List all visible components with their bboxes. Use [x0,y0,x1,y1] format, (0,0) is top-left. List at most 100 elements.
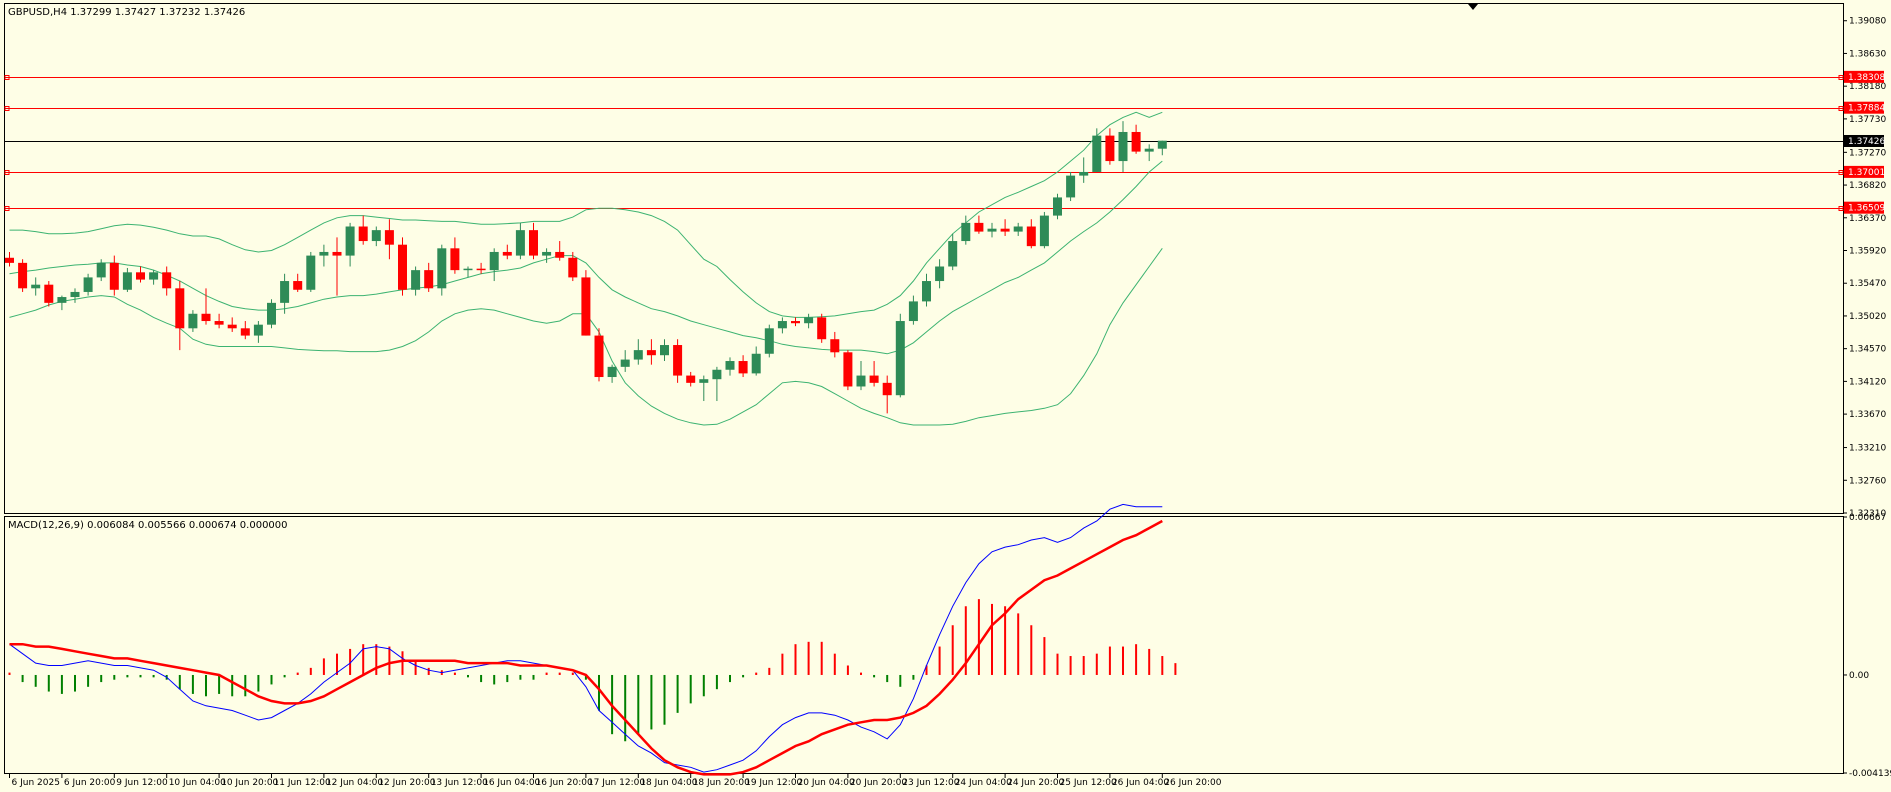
candle-body [136,272,145,280]
price-tick-label: 1.32760 [1849,476,1886,486]
time-tick-label: 10 Jun 20:00 [221,778,278,788]
candle-body [1118,131,1128,162]
macd-tick-label: 0.00 [1849,671,1869,681]
time-tick-label: 18 Jun 20:00 [693,778,750,788]
candle-body [1105,135,1115,162]
macd-tick-label: -0.004139 [1849,769,1891,779]
time-tick-label: 20 Jun 04:00 [798,778,855,788]
time-tick-label: 10 Jun 04:00 [169,778,226,788]
candle-body [188,313,198,329]
level-price-label-2: 1.37001 [1848,168,1885,178]
candle-body [476,268,486,271]
price-tick-label: 1.39080 [1849,17,1886,27]
time-tick-label: 26 Jun 04:00 [1112,778,1169,788]
time-tick-label: 25 Jun 12:00 [1060,778,1117,788]
candle-body [712,369,722,380]
time-tick-label: 6 Jun 2025 [12,778,60,788]
candle-body [1026,226,1036,247]
price-tick-label: 1.38180 [1849,82,1886,92]
candle-body [529,230,538,256]
candle-body [594,335,604,378]
candle-body [122,272,132,290]
time-tick-label: 20 Jun 20:00 [850,778,907,788]
time-tick-label: 9 Jun 12:00 [116,778,168,788]
time-tick-label: 26 Jun 20:00 [1164,778,1221,788]
candle-body [411,270,421,290]
candle-body [83,277,93,292]
candle-body [1066,175,1076,198]
candle-body [398,244,407,290]
candle-body [175,288,185,329]
macd-tick-label: 0.00667 [1849,513,1886,523]
candle-body [738,361,748,374]
main-panel-title: GBPUSD,H4 1.37299 1.37427 1.37232 1.3742… [8,7,245,18]
candle-body [882,382,892,396]
candle-body [1092,135,1102,172]
candle-body [974,222,984,232]
level-price-label-1: 1.37884 [1848,104,1885,114]
candle-body [31,284,41,289]
candle-body [777,321,787,329]
time-tick-label: 17 Jun 12:00 [588,778,645,788]
time-tick-label: 12 Jun 04:00 [326,778,383,788]
candle-body [424,270,434,289]
candle-body [463,268,473,271]
price-tick-label: 1.35920 [1849,247,1886,257]
candle-body [869,375,879,383]
price-tick-label: 1.38630 [1849,49,1886,59]
time-tick-label: 16 Jun 20:00 [536,778,593,788]
candle-body [568,257,578,278]
candle-body [922,281,931,302]
candle-body [489,251,499,271]
candle-body [895,321,905,396]
candle-body [725,361,735,370]
candle-body [646,350,656,356]
candle-body [843,352,853,387]
candle-body [1000,228,1010,232]
candle-body [70,291,80,298]
price-tick-label: 1.36370 [1849,214,1886,224]
candle-body [227,324,237,329]
candle-body [1157,140,1167,149]
candle-body [1144,148,1154,152]
candle-body [1013,226,1023,232]
candle-body [96,262,106,278]
candle-body [18,262,28,289]
candle-body [450,248,460,271]
level-price-label-0: 1.38308 [1848,73,1885,83]
candle-body [987,228,997,232]
level-price-label-3: 1.36509 [1848,204,1885,214]
price-tick-label: 1.35470 [1849,279,1886,289]
candle-body [817,317,827,340]
price-tick-label: 1.35020 [1849,312,1886,322]
candle-body [607,366,617,378]
candle-body [240,328,250,336]
candle-body [253,324,263,336]
candle-body [542,251,552,256]
candle-body [5,257,14,263]
candle-body [1079,171,1089,176]
time-tick-label: 24 Jun 04:00 [955,778,1012,788]
time-tick-label: 12 Jun 20:00 [378,778,435,788]
candle-body [332,251,342,256]
price-tick-label: 1.36820 [1849,181,1886,191]
candle-body [791,321,800,324]
macd-panel-title: MACD(12,26,9) 0.006084 0.005566 0.000674… [8,520,288,531]
candle-body [57,297,67,303]
candle-body [437,248,447,289]
candle-body [948,241,958,267]
candle-body [673,345,683,376]
chart-canvas[interactable]: 1.39080 1.38630 1.38180 1.37730 1.37270 1.368… [0,0,1891,792]
candle-body [384,230,394,245]
price-tick-label: 1.37730 [1849,115,1886,125]
candle-body [686,375,696,383]
candle-body [660,345,669,356]
candle-body [345,226,355,256]
time-tick-label: 23 Jun 12:00 [902,778,959,788]
candle-body [620,359,630,367]
time-tick-label: 19 Jun 12:00 [745,778,802,788]
candle-body [280,281,290,303]
candle-body [908,301,918,322]
candle-body [555,251,565,258]
time-tick-label: 11 Jun 12:00 [274,778,331,788]
